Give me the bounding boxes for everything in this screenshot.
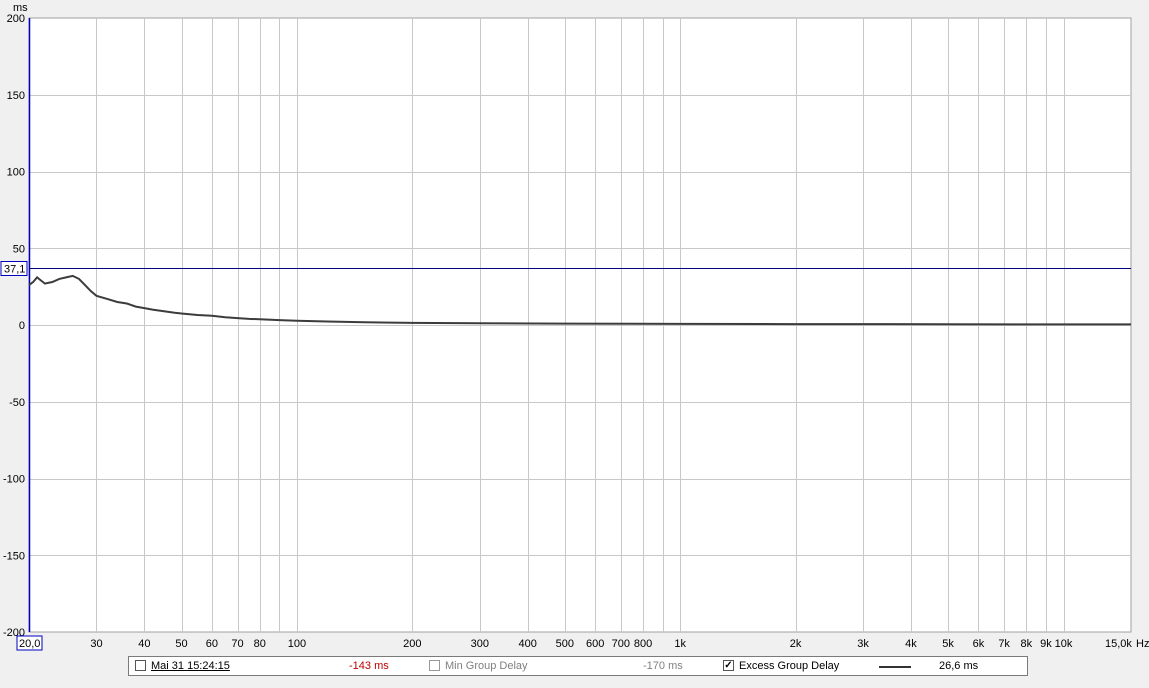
x-tick-label: 8k xyxy=(1021,638,1033,650)
x-tick-label: 7k xyxy=(998,638,1010,650)
y-tick-label: 200 xyxy=(7,13,25,25)
x-tick-label: 5k xyxy=(942,638,954,650)
y-tick-label: 150 xyxy=(7,90,25,102)
measurement-value: -143 ms xyxy=(349,660,389,672)
x-tick-label: 400 xyxy=(519,638,537,650)
y-tick-label: -100 xyxy=(3,474,25,486)
y-tick-label: 100 xyxy=(7,167,25,179)
excess-group-delay-label: Excess Group Delay xyxy=(739,660,840,672)
measurement-name[interactable]: Mai 31 15:24:15 xyxy=(151,660,230,672)
x-tick-label: 70 xyxy=(231,638,243,650)
x-tick-label: 6k xyxy=(973,638,985,650)
x-tick-label: 10k xyxy=(1055,638,1073,650)
y-tick-label: -150 xyxy=(3,550,25,562)
x-tick-label: 200 xyxy=(403,638,421,650)
cursor-value-label: 37,1 xyxy=(4,264,25,276)
x-tick-label: 40 xyxy=(138,638,150,650)
x-tick-label: 50 xyxy=(175,638,187,650)
y-unit-label: ms xyxy=(13,2,28,14)
x-tick-label: 800 xyxy=(634,638,652,650)
x-tick-label: 80 xyxy=(254,638,266,650)
x-tick-label: 2k xyxy=(790,638,802,650)
group-delay-chart[interactable]: 200150100500-50-100-150-200 30 40 50 60 70 80… xyxy=(0,0,1149,656)
min-group-delay-label: Min Group Delay xyxy=(445,660,528,672)
excess-group-delay-checkbox[interactable] xyxy=(723,660,734,671)
excess-group-delay-swatch xyxy=(879,666,911,668)
x-tick-label: 60 xyxy=(206,638,218,650)
x-tick-label: 4k xyxy=(905,638,917,650)
x-tick-label: 30 xyxy=(90,638,102,650)
x-start-label: 20,0 xyxy=(19,638,40,650)
x-tick-label: 300 xyxy=(471,638,489,650)
x-end-label: 15,0k xyxy=(1105,638,1132,650)
x-tick-label: 600 xyxy=(586,638,604,650)
x-tick-label: 500 xyxy=(556,638,574,650)
measurement-checkbox[interactable] xyxy=(135,660,146,671)
x-start-group: 20,0 xyxy=(16,635,43,651)
min-group-delay-checkbox[interactable] xyxy=(429,660,440,671)
y-axis-ticks: 200150100500-50-100-150-200 xyxy=(3,13,25,639)
x-tick-label: 9k xyxy=(1040,638,1052,650)
y-tick-label: 50 xyxy=(13,243,25,255)
excess-group-delay-value: 26,6 ms xyxy=(939,660,979,672)
x-tick-label: 1k xyxy=(674,638,686,650)
x-unit-label: Hz xyxy=(1136,638,1149,650)
x-axis-ticks: 30 40 50 60 70 80 100 200 300 400 500 600 700 800 1k 2k… xyxy=(90,638,1072,650)
min-group-delay-value: -170 ms xyxy=(643,660,683,672)
y-tick-label: 0 xyxy=(19,320,25,332)
x-tick-label: 3k xyxy=(857,638,869,650)
y-tick-label: -50 xyxy=(9,397,25,409)
legend-bar: Mai 31 15:24:15 -143 ms Min Group Delay … xyxy=(128,656,1028,676)
x-tick-label: 700 xyxy=(612,638,630,650)
x-tick-label: 100 xyxy=(288,638,306,650)
